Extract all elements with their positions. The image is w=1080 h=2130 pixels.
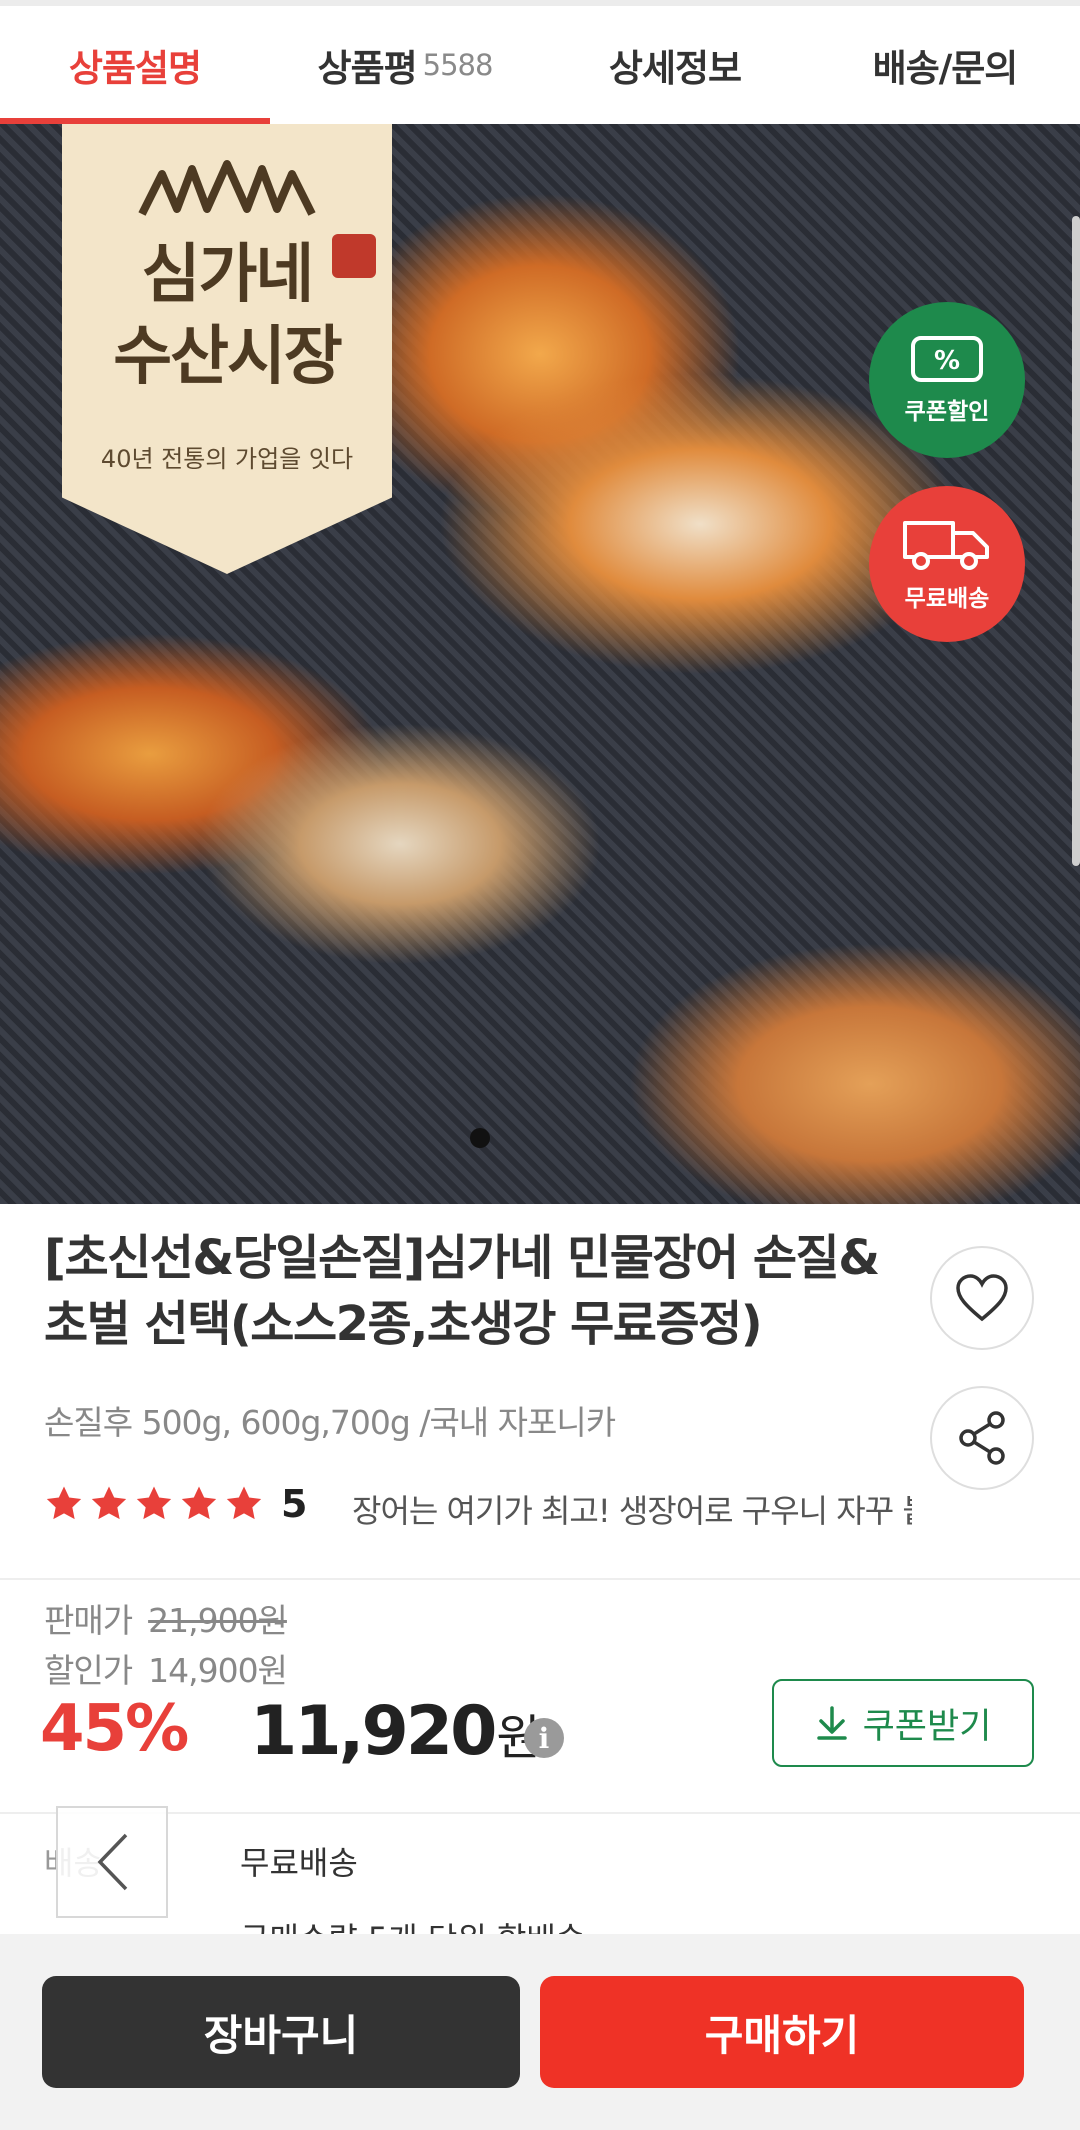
share-button[interactable] [930, 1386, 1034, 1490]
rating-value: 5 [281, 1482, 308, 1526]
sale-price-label: 판매가 [44, 1601, 133, 1640]
download-icon [816, 1706, 847, 1740]
shipping-value: 무료배송 [240, 1844, 358, 1882]
product-options-summary: 손질후 500g, 600g,700g /국내 자포니카 [44, 1403, 616, 1442]
coupon-percent-symbol: % [934, 346, 960, 376]
star-icon [136, 1486, 172, 1520]
tab-bar: 상품설명 상품평 5588 상세정보 배송/문의 [0, 0, 1080, 124]
buy-now-button[interactable]: 구매하기 [540, 1976, 1024, 2088]
chevron-left-icon [97, 1833, 128, 1891]
share-icon [959, 1411, 1005, 1465]
star-icon [46, 1486, 82, 1520]
product-title: [초신선&당일손질]심가네 민물장어 손질&초벌 선택(소스2종,초생강 무료증… [44, 1230, 880, 1352]
add-to-cart-button[interactable]: 장바구니 [42, 1976, 520, 2088]
review-snippet[interactable]: 장어는 여기가 최고! 생장어로 구우니 자꾸 붙 [352, 1486, 912, 1532]
get-coupon-button[interactable]: 쿠폰받기 [772, 1679, 1034, 1767]
star-icon [181, 1486, 217, 1520]
shipping-extra: 구매수량 5개 단위 합배송 [240, 1914, 585, 1934]
coupon-discount-badge[interactable]: % 쿠폰할인 [869, 302, 1025, 458]
star-icon [226, 1486, 262, 1520]
tab-shipping-label: 배송/문의 [872, 47, 1019, 90]
info-icon[interactable]: i [524, 1718, 564, 1758]
brand-banner: 심가네 수산시장 40년 전통의 가업을 잇다 [62, 124, 392, 574]
coupon-icon: % [911, 336, 983, 382]
discount-price-row: 할인가 14,900원 [44, 1644, 288, 1692]
tab-shipping-inquiry[interactable]: 배송/문의 [810, 6, 1080, 124]
tab-details[interactable]: 상세정보 [540, 6, 810, 124]
tab-details-label: 상세정보 [608, 47, 742, 90]
rating-summary[interactable]: 5 [44, 1482, 307, 1526]
tab-reviews-label: 상품평 [317, 47, 418, 90]
scrollbar[interactable] [1072, 216, 1080, 866]
brand-logo-icon [138, 160, 316, 216]
bottom-action-bar: 장바구니 구매하기 [0, 1934, 1080, 2130]
heart-icon [956, 1274, 1008, 1322]
discount-price-value: 14,900원 [148, 1651, 288, 1690]
sale-price-value: 21,900원 [148, 1601, 288, 1640]
divider [0, 1578, 1080, 1580]
final-price-value: 11,920 [250, 1692, 497, 1771]
back-button[interactable] [56, 1806, 168, 1918]
review-count: 5588 [422, 48, 494, 82]
brand-name-line1: 심가네 [141, 237, 315, 312]
shipping-badge-label: 무료배송 [904, 586, 990, 612]
tab-description-label: 상품설명 [68, 47, 202, 90]
carousel-indicator-dot[interactable] [470, 1128, 490, 1148]
tab-description[interactable]: 상품설명 [0, 6, 270, 124]
brand-motto: 40년 전통의 가업을 잇다 [100, 445, 354, 473]
get-coupon-label: 쿠폰받기 [862, 1706, 992, 1747]
brand-name: 심가네 수산시장 [62, 234, 392, 398]
truck-icon [903, 521, 989, 570]
coupon-badge-label: 쿠폰할인 [904, 399, 990, 425]
discount-price-label: 할인가 [44, 1651, 133, 1690]
discount-rate: 45% [40, 1692, 189, 1766]
brand-name-line2: 수산시장 [113, 319, 343, 394]
product-image-carousel[interactable]: 심가네 수산시장 40년 전통의 가업을 잇다 % 쿠폰할인 무료배송 [0, 124, 1080, 1204]
free-shipping-badge[interactable]: 무료배송 [869, 486, 1025, 642]
final-price: 11,920원 [250, 1692, 541, 1771]
original-price-row: 판매가 21,900원 [44, 1594, 288, 1642]
wishlist-button[interactable] [930, 1246, 1034, 1350]
tab-reviews[interactable]: 상품평 5588 [270, 6, 540, 124]
star-icon [91, 1486, 127, 1520]
